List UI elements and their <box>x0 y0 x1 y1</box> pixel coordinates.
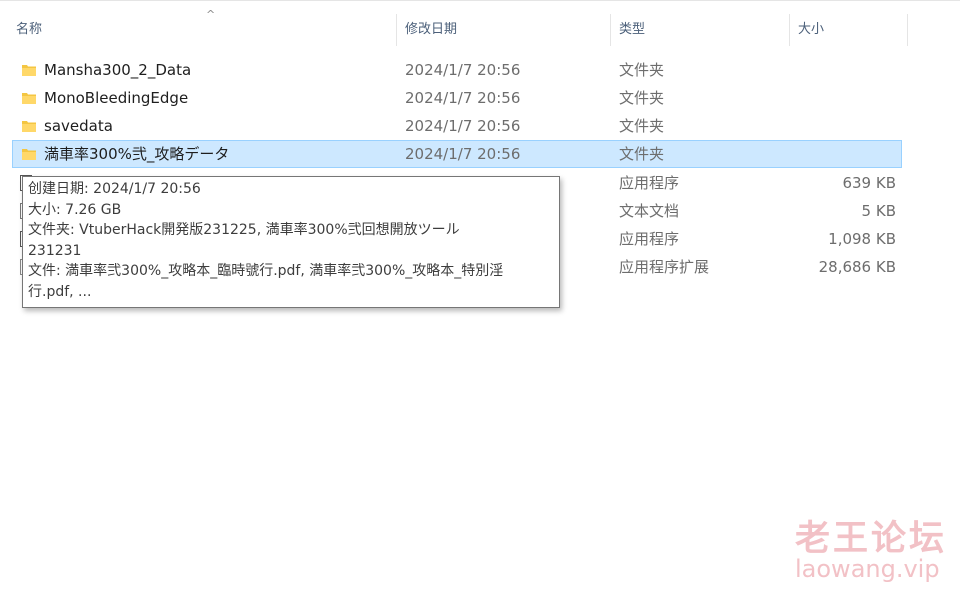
tooltip-size: 大小: 7.26 GB <box>28 201 122 218</box>
tooltip-created-date: 创建日期: 2024/1/7 20:56 <box>28 181 201 197</box>
file-date: 2024/1/7 20:56 <box>405 61 521 79</box>
folder-icon <box>22 149 36 160</box>
column-header-name[interactable]: 名称 ^ <box>8 8 396 48</box>
file-name: MonoBleedingEdge <box>44 89 189 107</box>
file-type: 文件夹 <box>619 61 665 79</box>
file-row[interactable]: savedata 2024/1/7 20:56 文件夹 <box>12 112 902 140</box>
file-type: 应用程序 <box>619 174 680 192</box>
file-size: 1,098 KB <box>828 230 896 248</box>
file-date: 2024/1/7 20:56 <box>405 145 521 163</box>
column-header-bar: 名称 ^ 修改日期 类型 大小 <box>0 8 960 48</box>
folder-info-tooltip: 创建日期: 2024/1/7 20:56 大小: 7.26 GB 文件夹: Vt… <box>22 176 560 308</box>
column-header-date-label: 修改日期 <box>405 22 458 37</box>
folder-icon <box>22 65 36 76</box>
file-row[interactable]: MonoBleedingEdge 2024/1/7 20:56 文件夹 <box>12 84 902 112</box>
sort-ascending-icon: ^ <box>206 8 216 21</box>
watermark-text: 老王论坛 <box>795 519 948 559</box>
tooltip-folders-cont: 231231 <box>28 242 82 259</box>
file-date: 2024/1/7 20:56 <box>405 117 521 135</box>
column-header-size-label: 大小 <box>798 22 825 37</box>
column-header-size[interactable]: 大小 <box>790 12 907 48</box>
file-name: savedata <box>44 117 113 135</box>
file-name: Mansha300_2_Data <box>44 61 192 79</box>
watermark-url: laowang.vip <box>795 555 940 583</box>
tooltip-files-cont: 行.pdf, ... <box>28 283 92 300</box>
file-size: 28,686 KB <box>818 258 896 276</box>
top-border <box>0 0 960 1</box>
column-header-name-label: 名称 <box>16 22 43 37</box>
folder-icon <box>22 93 36 104</box>
file-type: 应用程序 <box>619 230 680 248</box>
file-row-selected[interactable]: 満車率300%弐_攻略データ 2024/1/7 20:56 文件夹 <box>12 140 902 168</box>
file-size: 639 KB <box>842 174 896 192</box>
file-type: 文件夹 <box>619 89 665 107</box>
column-header-date[interactable]: 修改日期 <box>397 12 610 48</box>
tooltip-files: 文件: 満車率弐300%_攻略本_臨時號行.pdf, 満車率弐300%_攻略本_… <box>28 263 504 280</box>
file-size: 5 KB <box>861 202 896 220</box>
file-type: 应用程序扩展 <box>619 258 710 276</box>
file-type: 文件夹 <box>619 145 665 163</box>
column-divider[interactable] <box>907 14 908 46</box>
file-type: 文件夹 <box>619 117 665 135</box>
file-name: 満車率300%弐_攻略データ <box>44 145 230 163</box>
file-date: 2024/1/7 20:56 <box>405 89 521 107</box>
column-header-type[interactable]: 类型 <box>611 12 789 48</box>
file-row[interactable]: Mansha300_2_Data 2024/1/7 20:56 文件夹 <box>12 56 902 84</box>
folder-icon <box>22 121 36 132</box>
tooltip-folders: 文件夹: VtuberHack開発版231225, 満車率300%弐回想開放ツー… <box>28 222 460 239</box>
column-header-type-label: 类型 <box>619 22 646 37</box>
file-type: 文本文档 <box>619 202 680 220</box>
